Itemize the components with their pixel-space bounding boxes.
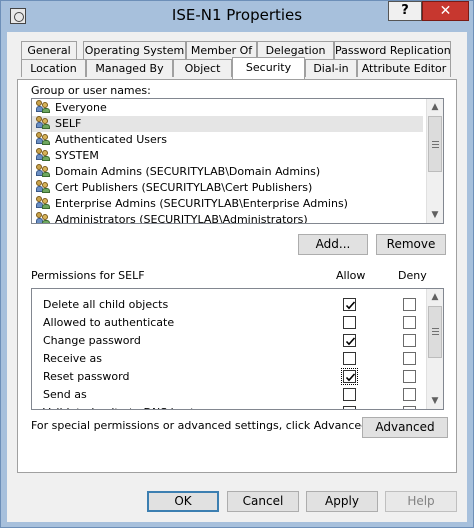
user-group-icon (36, 180, 50, 193)
tab-password-replication[interactable]: Password Replication (334, 41, 451, 59)
user-list-item[interactable]: Everyone (36, 100, 426, 116)
allow-checkbox[interactable] (343, 406, 356, 409)
deny-checkbox[interactable] (403, 406, 416, 409)
permission-row: Send as (32, 386, 427, 404)
allow-checkbox[interactable] (343, 316, 356, 329)
permission-row: Delete all child objects (32, 296, 427, 314)
allow-column-header: Allow (336, 269, 366, 282)
tab-security[interactable]: Security (232, 57, 305, 79)
user-name-text: SYSTEM (55, 149, 99, 162)
user-list-item[interactable]: Enterprise Admins (SECURITYLAB\Enterpris… (36, 196, 426, 212)
deny-column-header: Deny (398, 269, 427, 282)
user-list-item[interactable]: Domain Admins (SECURITYLAB\Domain Admins… (36, 164, 426, 180)
perm-scrollbar-thumb[interactable] (428, 306, 442, 358)
scroll-down-arrow-icon[interactable]: ▼ (427, 207, 443, 223)
user-name-text: Administrators (SECURITYLAB\Administrato… (55, 213, 308, 224)
user-group-icon (36, 116, 50, 129)
tab-location[interactable]: Location (21, 59, 86, 77)
user-list-item[interactable]: Authenticated Users (36, 132, 426, 148)
user-group-icon (36, 100, 50, 113)
help-button[interactable]: Help (385, 491, 457, 512)
group-or-user-names-label: Group or user names: (31, 84, 151, 97)
user-list-item[interactable]: Administrators (SECURITYLAB\Administrato… (36, 212, 426, 224)
ok-button[interactable]: OK (147, 491, 219, 512)
deny-checkbox[interactable] (403, 316, 416, 329)
title-bar[interactable]: ISE-N1 Properties ? ✕ (1, 1, 473, 32)
user-list-scrollbar[interactable]: ▲ ▼ (426, 99, 443, 223)
user-group-icon (36, 196, 50, 209)
permission-row: Validated write to DNS host name (32, 404, 427, 409)
user-group-icon (36, 148, 50, 161)
user-name-text: Everyone (55, 101, 107, 114)
permission-row: Receive as (32, 350, 427, 368)
deny-checkbox[interactable] (403, 352, 416, 365)
allow-checkbox[interactable] (343, 334, 356, 347)
advanced-button[interactable]: Advanced (362, 417, 448, 438)
dialog-client-area: General Operating System Member Of Deleg… (7, 32, 467, 522)
permissions-label: Permissions for SELF (31, 269, 145, 282)
permission-row: Allowed to authenticate (32, 314, 427, 332)
permissions-listbox[interactable]: Delete all child objects Allowed to authe… (31, 288, 444, 410)
tab-operating-system[interactable]: Operating System (83, 41, 186, 59)
allow-checkbox[interactable] (341, 368, 358, 385)
user-name-text: SELF (55, 117, 82, 130)
user-group-icon (36, 132, 50, 145)
remove-button[interactable]: Remove (376, 234, 446, 255)
user-name-text: Cert Publishers (SECURITYLAB\Cert Publis… (55, 181, 313, 194)
permission-name: Change password (43, 334, 141, 347)
tab-attribute-editor[interactable]: Attribute Editor (357, 59, 451, 77)
user-group-icon (36, 164, 50, 177)
permission-name: Allowed to authenticate (43, 316, 175, 329)
user-name-text: Domain Admins (SECURITYLAB\Domain Admins… (55, 165, 321, 178)
user-name-text: Authenticated Users (55, 133, 168, 146)
deny-checkbox[interactable] (403, 388, 416, 401)
title-help-button[interactable]: ? (388, 1, 422, 21)
perm-scroll-down-arrow-icon[interactable]: ▼ (427, 393, 443, 409)
cancel-button[interactable]: Cancel (227, 491, 299, 512)
permission-name: Reset password (43, 370, 130, 383)
perm-scroll-up-arrow-icon[interactable]: ▲ (427, 289, 443, 305)
allow-checkbox[interactable] (343, 298, 356, 311)
tab-object[interactable]: Object (173, 59, 232, 77)
tab-managed-by[interactable]: Managed By (86, 59, 173, 77)
security-tab-panel: Group or user names: Everyone SELF Authent… (17, 79, 457, 473)
user-name-text: Enterprise Admins (SECURITYLAB\Enterpris… (55, 197, 348, 210)
properties-dialog: ISE-N1 Properties ? ✕ General Operating … (0, 0, 474, 528)
allow-checkbox[interactable] (343, 388, 356, 401)
scrollbar-thumb[interactable] (428, 116, 442, 172)
tab-general[interactable]: General (21, 41, 77, 59)
close-button[interactable]: ✕ (422, 1, 469, 21)
user-list-item[interactable]: SYSTEM (36, 148, 426, 164)
permission-name: Validated write to DNS host name (43, 406, 229, 409)
add-button[interactable]: Add... (298, 234, 368, 255)
advanced-hint-text: For special permissions or advanced sett… (31, 419, 372, 432)
permissions-scrollbar[interactable]: ▲ ▼ (426, 289, 443, 409)
user-group-icon (36, 212, 50, 223)
tab-dial-in[interactable]: Dial-in (305, 59, 357, 77)
user-list-item[interactable]: SELF (32, 116, 423, 132)
allow-checkbox[interactable] (343, 352, 356, 365)
deny-checkbox[interactable] (403, 298, 416, 311)
group-user-listbox[interactable]: Everyone SELF Authenticated Users SYSTEM Dom… (31, 98, 444, 224)
permission-row: Change password (32, 332, 427, 350)
scroll-up-arrow-icon[interactable]: ▲ (427, 99, 443, 115)
permission-name: Send as (43, 388, 87, 401)
permission-name: Delete all child objects (43, 298, 169, 311)
deny-checkbox[interactable] (403, 370, 416, 383)
deny-checkbox[interactable] (403, 334, 416, 347)
permission-row: Reset password (32, 368, 427, 386)
apply-button[interactable]: Apply (306, 491, 378, 512)
permission-name: Receive as (43, 352, 103, 365)
user-list-item[interactable]: Cert Publishers (SECURITYLAB\Cert Publis… (36, 180, 426, 196)
